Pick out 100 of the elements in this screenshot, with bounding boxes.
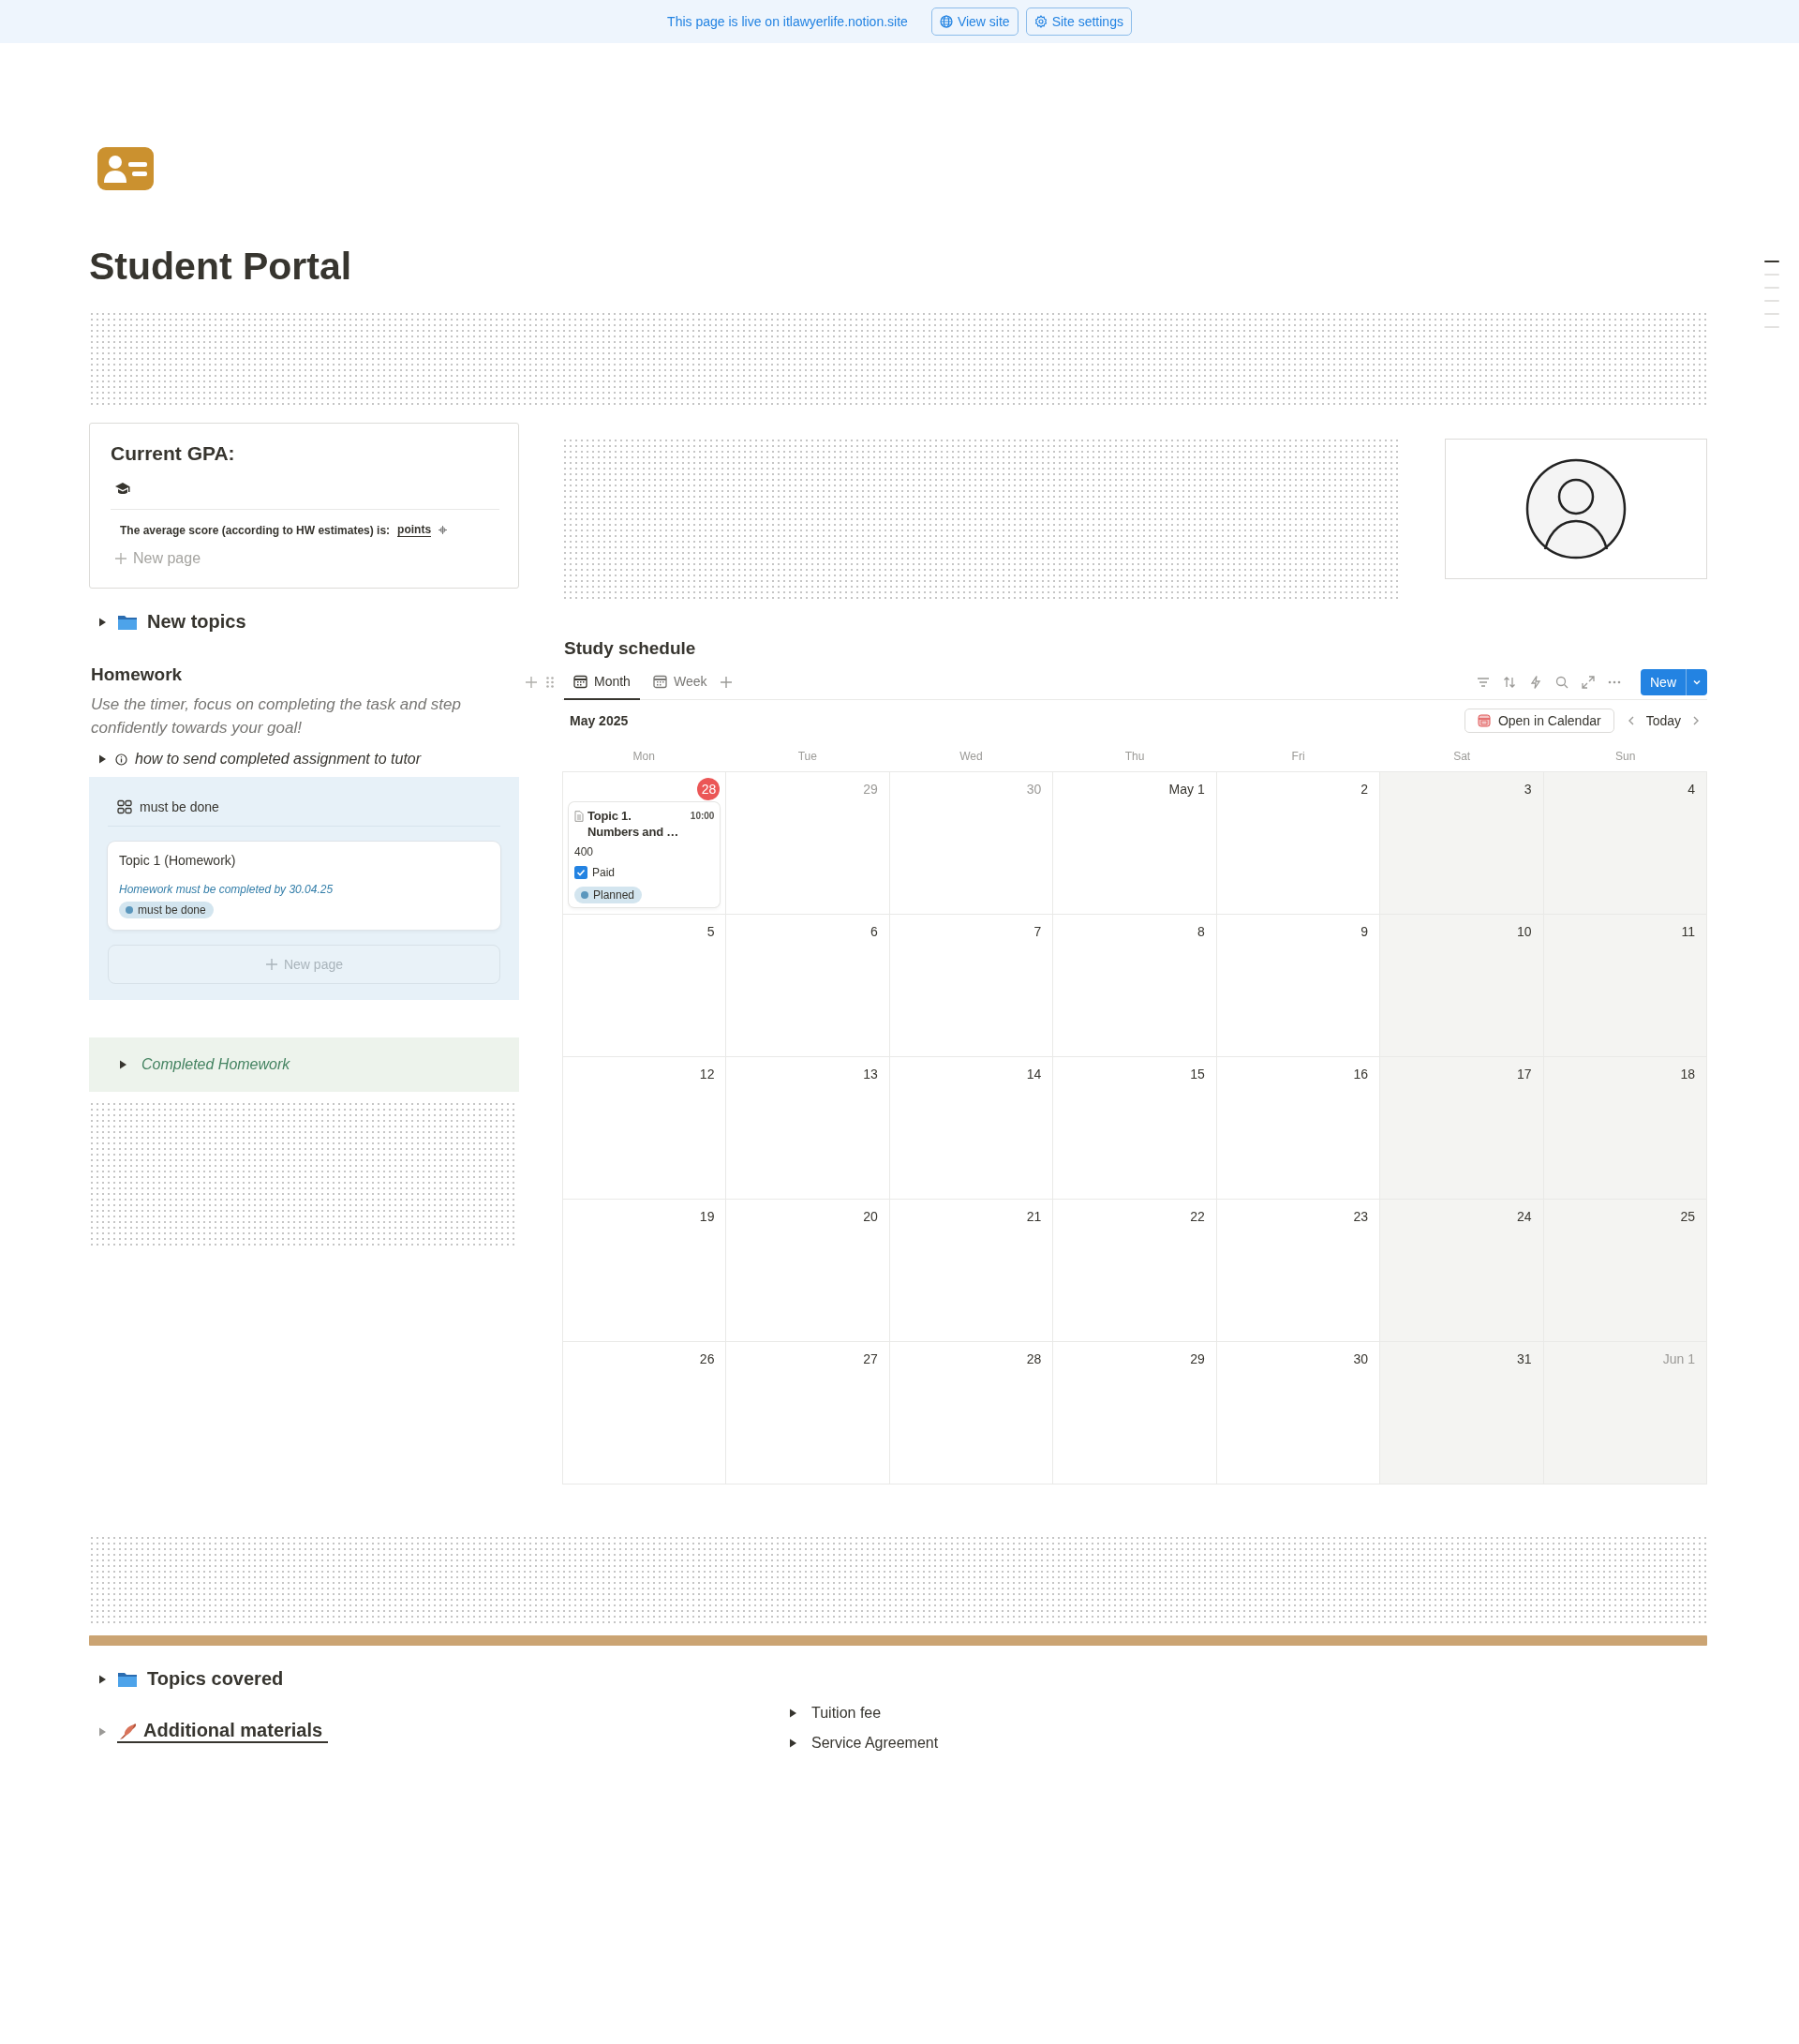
checkbox-checked-icon[interactable] <box>574 866 587 879</box>
status-tag: Planned <box>574 887 643 903</box>
drag-handle-icon[interactable] <box>545 675 555 689</box>
board-card[interactable]: Topic 1 (Homework) Homework must be completed by 30.04.25 must be done <box>108 842 500 930</box>
event-title: Topic 1. Numbers and … <box>587 808 680 840</box>
calendar-day-cell[interactable]: 20 <box>726 1200 890 1342</box>
calendar-day-cell[interactable]: May 1 <box>1053 772 1217 915</box>
day-number: 14 <box>1025 1066 1043 1083</box>
new-button[interactable]: New <box>1641 668 1707 695</box>
calendar-day-cell[interactable]: 11 <box>1543 915 1707 1057</box>
day-number: 10 <box>1516 923 1533 941</box>
calendar-day-cell[interactable]: 19 <box>563 1200 727 1342</box>
additional-materials-link[interactable]: Additional materials <box>117 1720 329 1743</box>
calendar-day-cell[interactable]: 9 <box>1216 915 1381 1057</box>
calendar-day-cell[interactable]: 27 <box>726 1342 890 1485</box>
calendar-day-cell[interactable]: 24 <box>1380 1200 1544 1342</box>
calendar-day-cell[interactable]: 22 <box>1053 1200 1217 1342</box>
day-number: 2 <box>1360 781 1370 798</box>
board-icon <box>117 799 132 814</box>
plus-icon[interactable] <box>525 675 538 689</box>
status-tag: must be done <box>119 902 214 918</box>
calendar-day-cell[interactable]: 25 <box>1543 1200 1707 1342</box>
day-number: 17 <box>1516 1066 1533 1083</box>
day-number: 12 <box>698 1066 716 1083</box>
homework-description: Use the timer, focus on completing the task and step confidently towards your goal! <box>91 694 462 739</box>
toggle-triangle-icon[interactable] <box>97 1673 108 1685</box>
toggle-triangle-icon[interactable] <box>787 1738 798 1749</box>
day-number: 23 <box>1352 1208 1370 1226</box>
page-title: Student Portal <box>89 245 353 289</box>
gpa-title: Current GPA: <box>111 442 236 465</box>
toggle-triangle-icon[interactable] <box>97 753 108 765</box>
settings-icon <box>1033 15 1048 28</box>
day-number: 29 <box>862 781 879 798</box>
calendar-day-cell[interactable]: 8 <box>1053 915 1217 1057</box>
weekday-label: Fri <box>1290 750 1306 763</box>
lightning-icon[interactable] <box>1528 674 1543 690</box>
calendar-day-cell[interactable]: 4 <box>1543 772 1707 915</box>
toggle-triangle-icon[interactable] <box>97 1725 108 1738</box>
calendar-day-cell[interactable]: 12 <box>563 1057 727 1200</box>
day-number: 24 <box>1516 1208 1533 1226</box>
points-link[interactable]: points <box>397 523 432 537</box>
day-number: 4 <box>1687 781 1696 798</box>
live-site-notice: This page is live on itlawyerlife.notion.site <box>667 14 908 29</box>
day-number: 15 <box>1189 1066 1206 1083</box>
toggle-text[interactable]: Completed Homework <box>141 1056 290 1073</box>
calendar-day-cell[interactable]: 2 <box>1216 772 1381 915</box>
calendar-day-cell[interactable]: 30 <box>1216 1342 1381 1485</box>
weekday-label: Wed <box>959 750 984 763</box>
calendar-day-cell[interactable]: 7 <box>889 915 1054 1057</box>
site-settings-button[interactable]: Site settings <box>1025 7 1132 36</box>
event-amount: 400 <box>574 845 595 858</box>
search-icon[interactable] <box>1554 674 1569 690</box>
calendar-day-cell[interactable]: 26 <box>563 1342 727 1485</box>
calendar-day-cell[interactable]: 10 <box>1380 915 1544 1057</box>
toggle-triangle-icon[interactable] <box>117 1059 128 1070</box>
calendar-day-cell[interactable]: 14 <box>889 1057 1054 1200</box>
toggle-triangle-icon[interactable] <box>97 616 108 628</box>
open-in-calendar-button[interactable]: Open in Calendar <box>1464 709 1614 733</box>
add-view-icon[interactable] <box>720 675 734 689</box>
average-score-text: The average score (according to HW estimates) is: <box>120 523 391 537</box>
toggle-text[interactable]: Tuition fee <box>811 1705 882 1722</box>
view-tab[interactable]: Month <box>564 664 640 700</box>
plus-icon <box>264 958 278 971</box>
calendar-day-cell[interactable]: 3 <box>1380 772 1544 915</box>
calendar-day-cell[interactable]: 13 <box>726 1057 890 1200</box>
expand-icon[interactable] <box>1581 674 1596 690</box>
event-card[interactable]: Topic 1. Numbers and … 10:00 400 Paid Planned <box>569 802 721 907</box>
section-heading: Homework <box>91 664 184 685</box>
day-number: 9 <box>1360 923 1370 941</box>
day-number: 3 <box>1523 781 1533 798</box>
month-label: May 2025 <box>570 713 629 728</box>
calendar-day-cell[interactable]: 15 <box>1053 1057 1217 1200</box>
day-number: 31 <box>1516 1350 1533 1368</box>
day-number: 6 <box>870 923 879 941</box>
calendar-day-cell[interactable]: 28 Topic 1. Numbers and … 10:00 400 Paid Planned <box>563 772 727 915</box>
calendar-day-cell[interactable]: 18 <box>1543 1057 1707 1200</box>
day-number: 11 <box>1680 923 1696 941</box>
weekday-label: Thu <box>1123 750 1146 763</box>
calendar-day-cell[interactable]: 31 <box>1380 1342 1544 1485</box>
calendar-day-cell[interactable]: 21 <box>889 1200 1054 1342</box>
calendar-day-cell[interactable]: 16 <box>1216 1057 1381 1200</box>
calendar-day-cell[interactable]: 17 <box>1380 1057 1544 1200</box>
calendar-day-cell[interactable]: 29 <box>1053 1342 1217 1485</box>
calendar-day-cell[interactable]: 23 <box>1216 1200 1381 1342</box>
outline-marker[interactable] <box>1764 261 1779 262</box>
calendar-day-cell[interactable]: 6 <box>726 915 890 1057</box>
toggle-text[interactable]: how to send completed assignment to tutor <box>135 751 422 768</box>
toggle-text[interactable]: Service Agreement <box>811 1735 939 1752</box>
today-button[interactable]: Today <box>1645 713 1681 728</box>
calendar-day-cell[interactable]: 5 <box>563 915 727 1057</box>
toggle-triangle-icon[interactable] <box>787 1708 798 1719</box>
section-heading: Study schedule <box>564 638 697 659</box>
board-group-title: must be done <box>140 799 219 814</box>
calendar-day-cell[interactable]: 28 <box>889 1342 1054 1485</box>
view-tab[interactable]: Week <box>643 664 717 700</box>
day-number: 28 <box>1025 1350 1043 1368</box>
section-title: Topics covered <box>147 1668 284 1690</box>
weekday-label: Sat <box>1452 750 1472 763</box>
view-site-button[interactable]: View site <box>930 7 1018 36</box>
day-number: 8 <box>1196 923 1206 941</box>
